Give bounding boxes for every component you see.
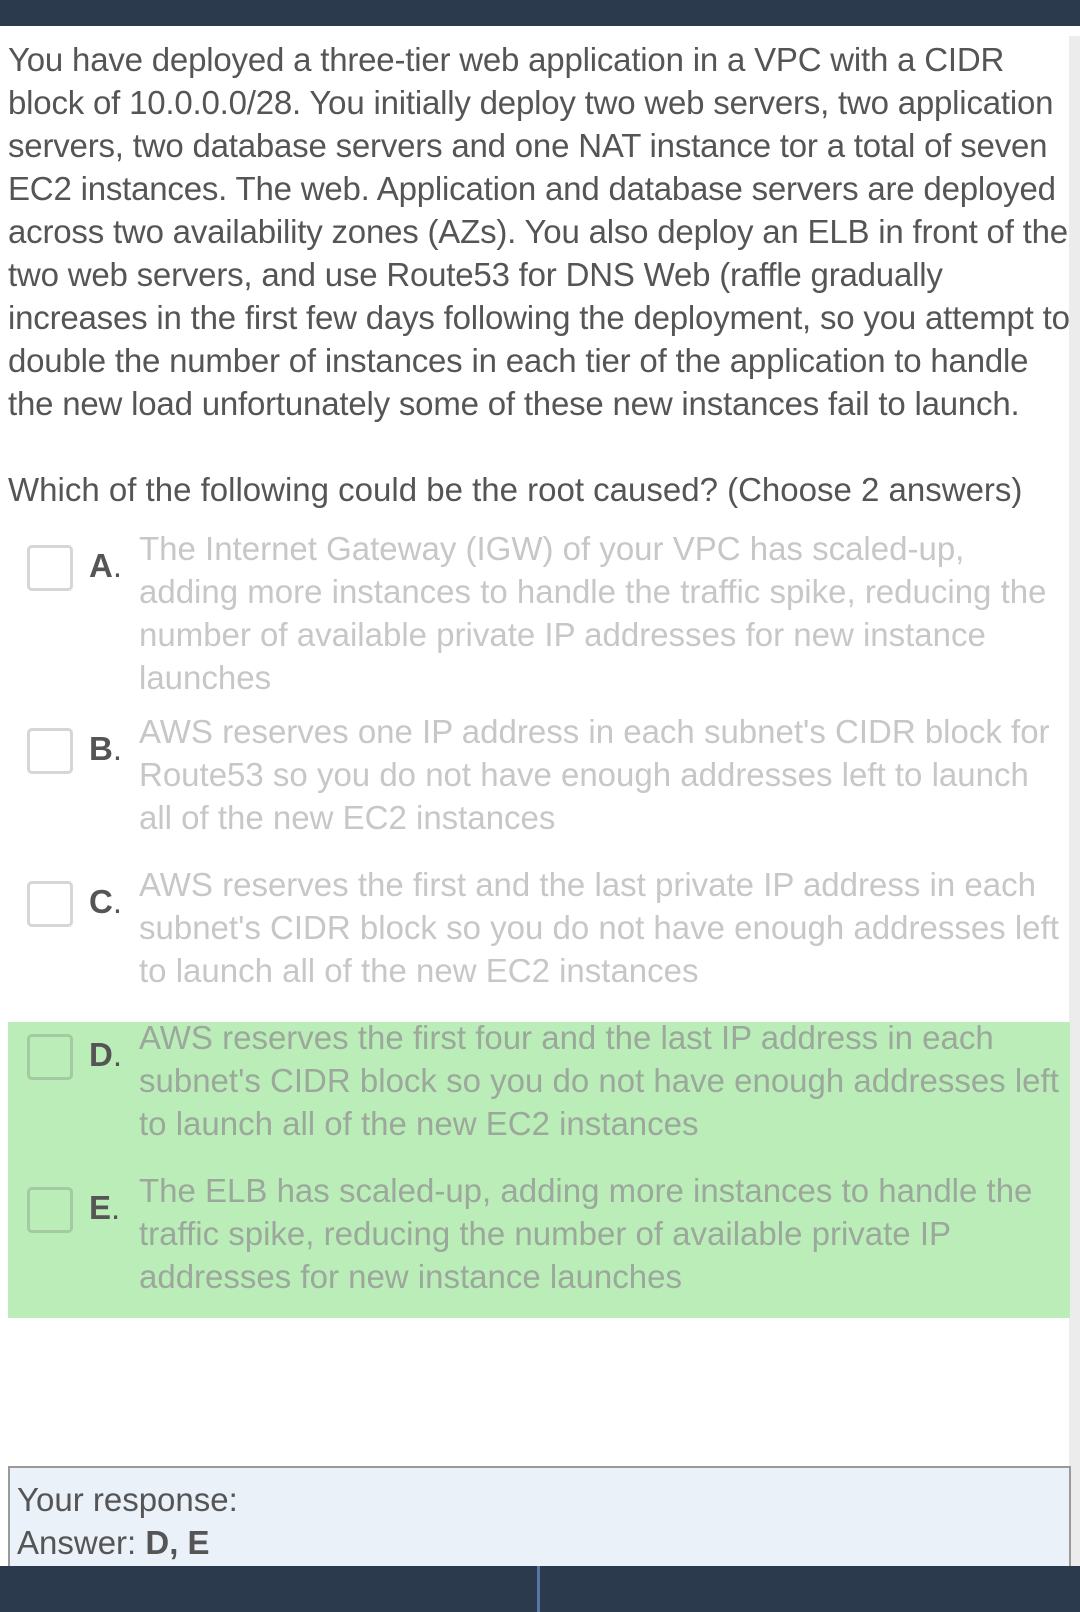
question-text: You have deployed a three-tier web appli… [8, 41, 1070, 422]
checkbox-option-d[interactable] [27, 1034, 73, 1080]
option-text: AWS reserves the first and the last priv… [139, 866, 1059, 989]
scrollbar[interactable] [1069, 36, 1080, 1566]
question-content: You have deployed a three-tier web appli… [8, 38, 1070, 1318]
option-c[interactable]: C. AWS reserves the first and the last p… [8, 866, 1070, 1022]
option-letter: C. [89, 883, 123, 920]
option-text: AWS reserves one IP address in each subn… [139, 713, 1050, 836]
option-e[interactable]: E. The ELB has scaled-up, adding more in… [8, 1172, 1070, 1318]
checkbox-option-c[interactable] [27, 881, 73, 927]
checkbox-option-a[interactable] [27, 545, 73, 591]
bottom-nav-bar [0, 1566, 1080, 1612]
answer-line: Answer: D, E [17, 1521, 1069, 1564]
option-a[interactable]: A. The Internet Gateway (IGW) of your VP… [8, 530, 1070, 716]
top-bar [0, 0, 1080, 26]
response-box: Your response: Answer: D, E [8, 1466, 1071, 1566]
option-text: AWS reserves the first four and the last… [139, 1019, 1059, 1142]
answer-label: Answer: [17, 1524, 137, 1561]
checkbox-option-e[interactable] [27, 1187, 73, 1233]
checkbox-option-b[interactable] [27, 728, 73, 774]
response-label: Your response: [17, 1481, 238, 1518]
option-text: The Internet Gateway (IGW) of your VPC h… [139, 530, 1047, 696]
option-b[interactable]: B. AWS reserves one IP address in each s… [8, 713, 1070, 869]
answer-value: D, E [145, 1524, 210, 1561]
option-text: The ELB has scaled-up, adding more insta… [139, 1172, 1033, 1295]
option-letter: A. [89, 547, 123, 584]
nav-divider [537, 1566, 540, 1612]
option-letter: E. [89, 1189, 121, 1226]
option-d[interactable]: D. AWS reserves the first four and the l… [8, 1019, 1070, 1175]
option-letter: B. [89, 730, 123, 767]
question-prompt: Which of the following could be the root… [8, 471, 1023, 508]
answer-options: A. The Internet Gateway (IGW) of your VP… [8, 530, 1070, 1318]
option-letter: D. [89, 1036, 123, 1073]
